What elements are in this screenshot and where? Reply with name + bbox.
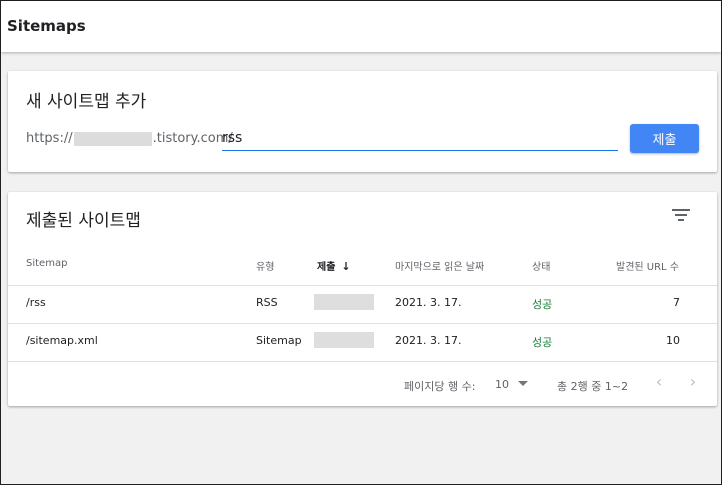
redacted-blog-name	[73, 131, 152, 146]
chevron-left-icon[interactable]: ‹	[651, 373, 667, 391]
cell-sitemap[interactable]: /sitemap.xml	[26, 334, 98, 347]
cell-last-read: 2021. 3. 17.	[395, 296, 462, 309]
cell-url-count: 7	[673, 296, 680, 309]
top-app-bar: Sitemaps	[1, 1, 721, 52]
chevron-right-icon[interactable]: ›	[685, 373, 701, 391]
column-header-urls[interactable]: 발견된 URL 수	[616, 258, 679, 273]
cell-type: RSS	[256, 296, 278, 309]
add-sitemap-title: 새 사이트맵 추가	[26, 92, 147, 112]
page-title: Sitemaps	[7, 17, 86, 35]
cell-status: 성공	[532, 336, 553, 349]
sitemap-url-input[interactable]	[222, 127, 618, 151]
column-header-last-read[interactable]: 마지막으로 읽은 날짜	[395, 258, 484, 273]
row-divider	[8, 323, 717, 324]
cell-url-count: 10	[666, 334, 680, 347]
rows-per-page-label: 페이지당 행 수:	[404, 380, 476, 393]
cell-type: Sitemap	[256, 334, 302, 347]
redacted-submitted-date	[314, 332, 374, 348]
row-divider	[8, 361, 717, 362]
submitted-sitemaps-title: 제출된 사이트맵	[26, 211, 141, 231]
row-divider	[8, 285, 717, 286]
submitted-sitemaps-card: 제출된 사이트맵 Sitemap 유형 제출 ↓ 마지막으로 읽은 날짜 상태 발…	[8, 192, 717, 406]
rows-per-page-select[interactable]: 10	[495, 378, 509, 391]
column-header-sitemap[interactable]: Sitemap	[26, 258, 67, 269]
column-header-type[interactable]: 유형	[256, 258, 274, 273]
column-header-submitted[interactable]: 제출 ↓	[317, 258, 351, 273]
submit-button[interactable]: 제출	[630, 124, 699, 153]
filter-icon[interactable]	[672, 208, 690, 222]
page-range-text: 총 2행 중 1~2	[557, 380, 629, 393]
column-header-status[interactable]: 상태	[532, 258, 550, 273]
url-prefix-domain: .tistory.com/	[152, 131, 233, 146]
cell-last-read: 2021. 3. 17.	[395, 334, 462, 347]
url-prefix-scheme: https://	[26, 131, 73, 146]
url-prefix: https:// .tistory.com/	[26, 131, 233, 146]
cell-status: 성공	[532, 298, 553, 311]
cell-sitemap[interactable]: /rss	[26, 296, 46, 309]
caret-down-icon[interactable]	[518, 381, 528, 386]
redacted-submitted-date	[314, 294, 374, 310]
column-header-submitted-label: 제출	[317, 262, 336, 273]
arrow-down-icon: ↓	[341, 260, 351, 273]
add-sitemap-card: 새 사이트맵 추가 https:// .tistory.com/ 제출	[8, 71, 717, 172]
